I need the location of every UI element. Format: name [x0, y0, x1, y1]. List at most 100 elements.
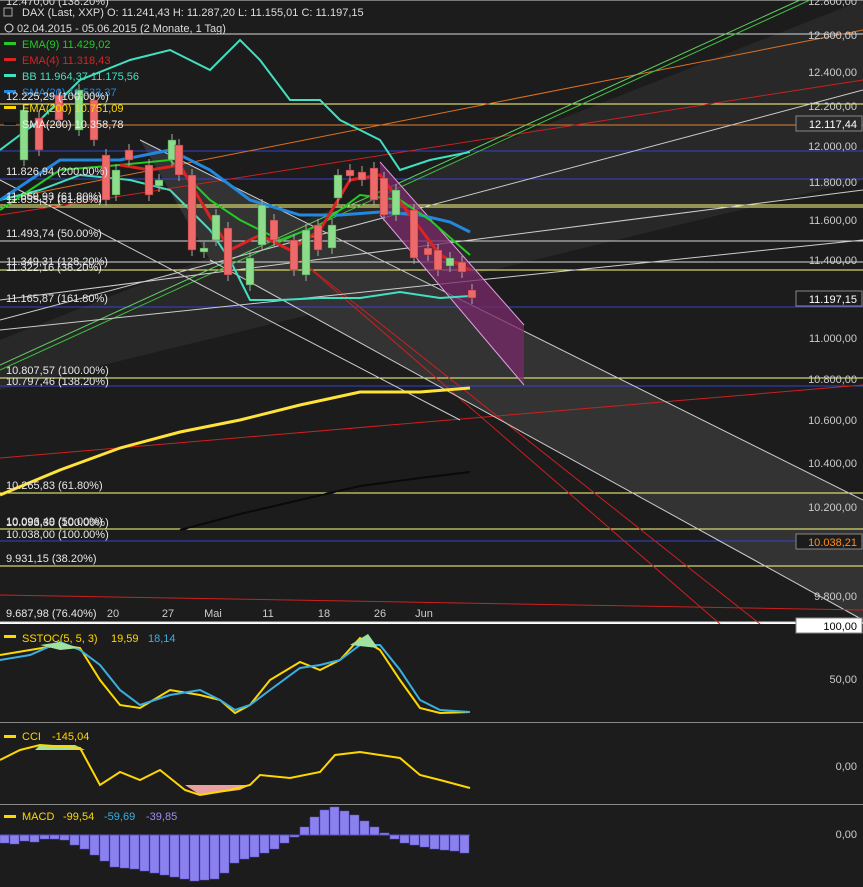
candle: [369, 167, 379, 201]
price-badge-c: 10.038,21: [808, 537, 857, 549]
macd-bar: [409, 834, 420, 846]
macd-bar: [219, 834, 230, 874]
candle: [211, 214, 221, 241]
candle: [245, 257, 255, 286]
fib-label: 12.225,29 (100.00%): [6, 91, 109, 103]
legend-swatch: [4, 74, 16, 77]
price-axis-label: 11.000,00: [809, 333, 857, 345]
macd-bar: [319, 809, 330, 836]
candle: [174, 144, 184, 176]
candle: [423, 247, 433, 256]
macd-bar: [209, 834, 220, 880]
price-axis-label: 11.800,00: [809, 177, 857, 189]
panel-divider: [0, 804, 863, 805]
macd-bar: [299, 826, 310, 836]
price-chart: 12.470,00 (138.20%)DAX (Last, XXP) O: 11…: [0, 0, 863, 887]
fib-label: 10.265,83 (61.80%): [6, 480, 103, 492]
price-axis-label: 9.800,00: [814, 591, 857, 603]
x-axis-label: 20: [107, 608, 119, 620]
macd-bar: [19, 834, 30, 842]
price-axis-label: 10.200,00: [808, 502, 857, 514]
price-axis-label: 11.600,00: [809, 215, 857, 227]
macd-bar: [179, 834, 190, 880]
price-axis-label: 12.000,00: [808, 141, 857, 153]
legend-swatch: [4, 122, 16, 125]
candle: [154, 179, 164, 187]
macd-bar: [99, 834, 110, 862]
macd-bar: [359, 820, 370, 836]
candle: [433, 249, 443, 271]
price-badge-a: 12.117,44: [809, 119, 857, 131]
fib-label: 11.165,87 (161.80%): [6, 293, 108, 305]
stoch-d: 18,14: [148, 633, 176, 645]
legend-label: SMA(200) 10.358,78: [22, 119, 124, 131]
macd-bar: [49, 834, 60, 840]
macd-bar: [429, 834, 440, 850]
macd-bar: [399, 834, 410, 844]
x-axis-label: 18: [318, 608, 330, 620]
price-badge-d: 100,00: [823, 621, 857, 633]
macd-bar: [0, 834, 10, 844]
fib-label: 9.687,98 (76.40%): [6, 608, 97, 620]
fib-label: 11.322,16 (38.20%): [6, 262, 102, 274]
candle: [269, 219, 279, 241]
macd-bar: [29, 834, 40, 843]
macd-bar: [279, 834, 290, 844]
candle: [301, 229, 311, 276]
legend-swatch: [4, 58, 16, 61]
candle: [467, 289, 477, 299]
candle: [357, 171, 367, 181]
stoch-k: 19,59: [111, 633, 139, 645]
x-axis-label: Jun: [415, 608, 433, 620]
header-range: 02.04.2015 - 05.06.2015 (2 Monate, 1 Tag…: [17, 23, 226, 35]
macd-bar: [69, 834, 80, 846]
macd-bar: [119, 834, 130, 869]
candle: [257, 204, 267, 246]
price-axis-label: 11.400,00: [809, 255, 857, 267]
macd-bar: [109, 834, 120, 868]
macd-bar: [309, 816, 320, 836]
x-axis-label: Mai: [204, 608, 222, 620]
fib-label: 11.493,74 (50.00%): [6, 228, 102, 240]
x-axis-label: 27: [162, 608, 174, 620]
cci-axis: 0,00: [836, 761, 857, 773]
candle: [391, 189, 401, 216]
candle: [457, 261, 467, 273]
candle: [409, 209, 419, 259]
macd-bar: [149, 834, 160, 874]
panel-divider: [0, 722, 863, 723]
candle: [19, 109, 29, 161]
macd-v2: -59,69: [104, 811, 135, 823]
legend-swatch: [4, 42, 16, 45]
macd-bar: [229, 834, 240, 864]
macd-bar: [129, 834, 140, 870]
price-axis-label: 12.200,00: [808, 101, 857, 113]
candle: [199, 247, 209, 253]
fib-label: 9.931,15 (38.20%): [6, 553, 97, 565]
macd-bar: [89, 834, 100, 856]
price-badge-last: 11.197,15: [809, 294, 857, 306]
macd-v3: -39,85: [146, 811, 177, 823]
header-ohlc: DAX (Last, XXP) O: 11.241,43 H: 11.287,2…: [22, 7, 364, 19]
macd-bar: [439, 834, 450, 851]
macd-bar: [339, 810, 350, 836]
candle: [289, 239, 299, 271]
price-axis-label: 12.400,00: [808, 67, 857, 79]
macd-bar: [449, 834, 460, 852]
macd-bar: [9, 834, 20, 845]
fib-label: 10.797,46 (138.20%): [6, 376, 109, 388]
macd-bar: [169, 834, 180, 878]
macd-bar: [419, 834, 430, 848]
price-axis-label: 10.400,00: [808, 458, 857, 470]
chart-stage: 12.470,00 (138.20%) DAX (Last, XXP) O: 11…: [0, 0, 863, 887]
price-axis-label: 12.600,00: [808, 30, 857, 42]
macd-bar: [369, 826, 380, 836]
candle: [223, 227, 233, 276]
macd-bar: [349, 814, 360, 836]
macd-bar: [79, 834, 90, 850]
macd-bar: [139, 834, 150, 872]
macd-label: MACD: [22, 811, 54, 823]
macd-bar: [199, 834, 210, 881]
candle: [187, 174, 197, 251]
macd-bar: [59, 834, 70, 841]
